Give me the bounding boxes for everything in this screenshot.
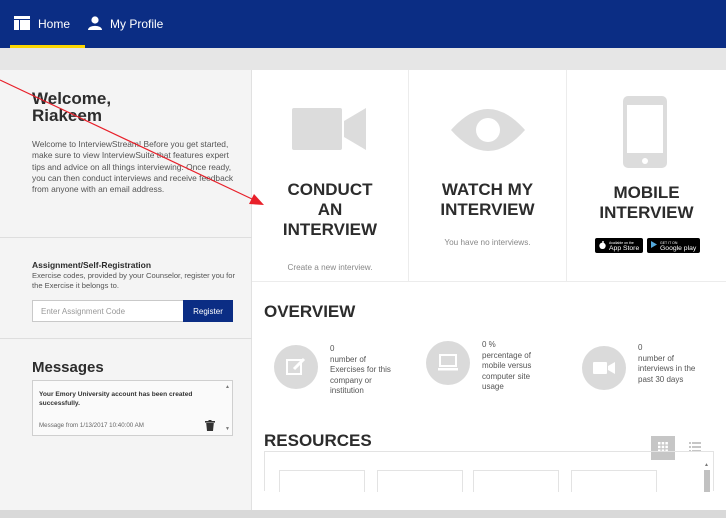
message-list[interactable]: Your Emory University account has been c… bbox=[32, 380, 233, 436]
resource-tile[interactable] bbox=[377, 470, 463, 492]
scroll-up-icon: ▲ bbox=[704, 462, 709, 468]
resource-tile[interactable] bbox=[473, 470, 559, 492]
stat-interviews-30-days: 0 number of interviews in the past 30 da… bbox=[638, 343, 696, 384]
video-camera-icon bbox=[582, 346, 626, 390]
trash-icon[interactable] bbox=[205, 418, 215, 436]
home-icon bbox=[14, 15, 30, 33]
assignment-title: Assignment/Self-Registration bbox=[32, 260, 152, 270]
resource-tile[interactable] bbox=[279, 470, 365, 492]
scroll-down-icon: ▼ bbox=[225, 426, 230, 432]
card-subtitle: Create a new interview. bbox=[287, 263, 373, 272]
scroll-up-icon: ▲ bbox=[225, 384, 230, 390]
sidebar-divider bbox=[0, 237, 252, 238]
top-nav-bar: Home My Profile bbox=[0, 0, 726, 48]
play-icon bbox=[651, 241, 657, 250]
user-icon bbox=[88, 15, 103, 33]
nav-home-label: Home bbox=[38, 17, 71, 31]
stat-exercises: 0 number of Exercises for this company o… bbox=[330, 344, 391, 395]
nav-home[interactable]: Home bbox=[14, 15, 71, 33]
sidebar-divider bbox=[0, 338, 252, 339]
card-subtitle: You have no interviews. bbox=[444, 238, 531, 247]
badge-label: App Store bbox=[609, 244, 640, 252]
message-timestamp: Message from 1/13/2017 10:40:00 AM bbox=[39, 422, 144, 429]
card-title: MOBILE INTERVIEW bbox=[599, 183, 694, 222]
resources-heading: RESOURCES bbox=[264, 431, 372, 450]
video-camera-icon bbox=[292, 104, 370, 159]
card-title: CONDUCT AN INTERVIEW bbox=[282, 180, 378, 239]
edit-icon bbox=[274, 345, 318, 389]
register-button[interactable]: Register bbox=[183, 300, 233, 322]
scrollbar-thumb[interactable] bbox=[704, 470, 710, 492]
sub-header-bar bbox=[0, 48, 726, 70]
message-text: Your Emory University account has been c… bbox=[39, 391, 193, 407]
nav-my-profile-label: My Profile bbox=[110, 17, 164, 31]
eye-icon bbox=[449, 102, 527, 163]
apple-icon bbox=[599, 240, 606, 251]
smartphone-icon bbox=[623, 96, 667, 173]
assignment-code-input[interactable] bbox=[32, 300, 184, 322]
app-store-badge[interactable]: Available on the App Store bbox=[595, 238, 644, 253]
computer-icon bbox=[426, 341, 470, 385]
card-title: WATCH MY INTERVIEW bbox=[440, 180, 535, 219]
welcome-text: Welcome to InterviewStream! Before you g… bbox=[32, 139, 234, 195]
messages-heading: Messages bbox=[32, 359, 104, 376]
mobile-interview-card[interactable]: MOBILE INTERVIEW Available on the App St… bbox=[567, 70, 726, 282]
resources-panel bbox=[264, 451, 714, 492]
watch-interview-card[interactable]: WATCH MY INTERVIEW You have no interview… bbox=[409, 70, 567, 282]
resources-scrollbar[interactable]: ▲ bbox=[702, 462, 712, 492]
assignment-description: Exercise codes, provided by your Counsel… bbox=[32, 271, 236, 290]
nav-my-profile[interactable]: My Profile bbox=[88, 15, 164, 33]
message-scrollbar[interactable]: ▲ ▼ bbox=[225, 384, 230, 432]
badge-label: Google play bbox=[660, 244, 697, 252]
stat-mobile-usage: 0 % percentage of mobile versus computer… bbox=[482, 340, 532, 391]
sidebar: Welcome, Riakeem Welcome to InterviewStr… bbox=[0, 70, 252, 518]
overview-heading: OVERVIEW bbox=[264, 302, 356, 321]
google-play-badge[interactable]: GET IT ON Google play bbox=[647, 238, 701, 253]
resource-tile[interactable] bbox=[571, 470, 657, 492]
bottom-bar bbox=[0, 510, 726, 518]
welcome-heading: Welcome, Riakeem bbox=[32, 89, 112, 125]
conduct-interview-card[interactable]: CONDUCT AN INTERVIEW Create a new interv… bbox=[252, 70, 409, 282]
